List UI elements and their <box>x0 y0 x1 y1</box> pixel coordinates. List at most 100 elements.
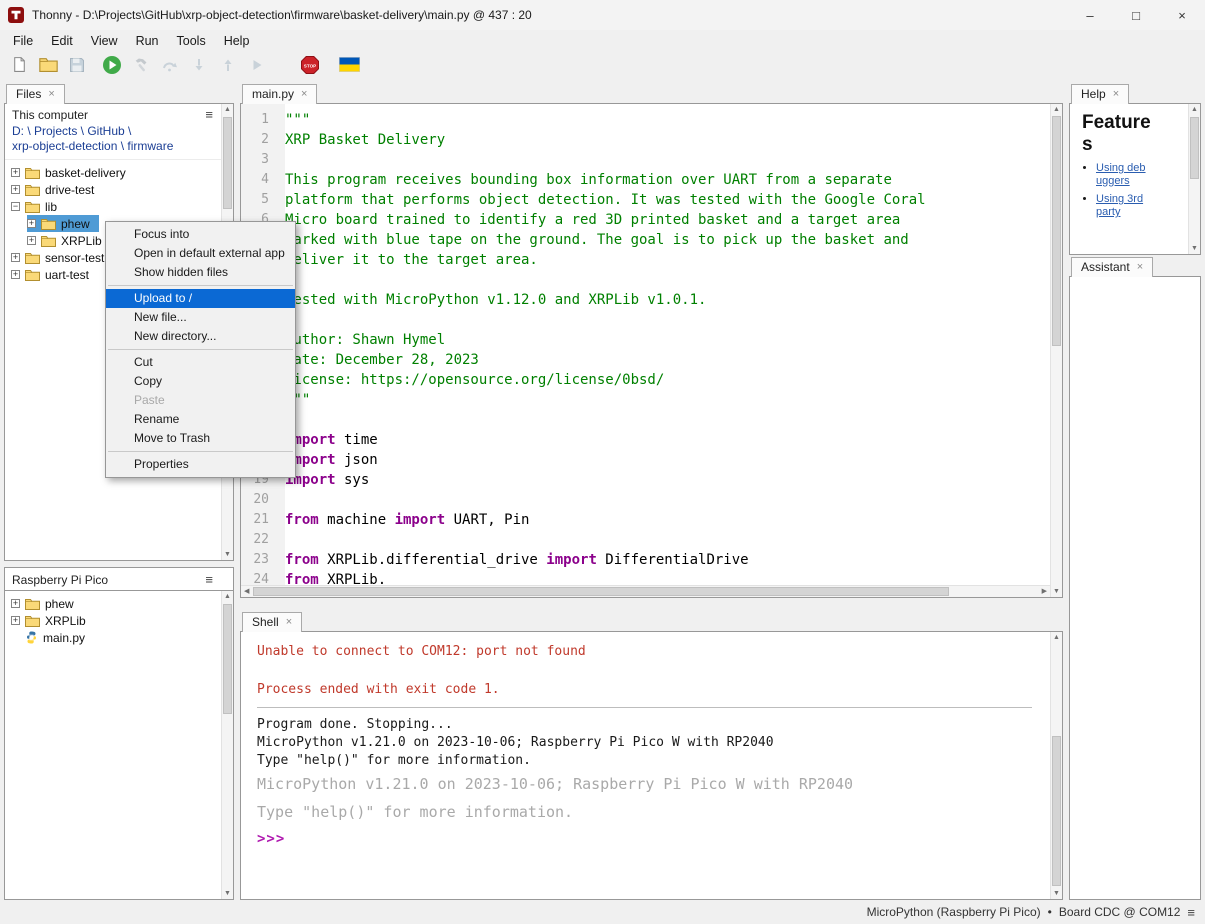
tree-item-inner[interactable]: +drive-test <box>11 181 103 198</box>
tab-assistant[interactable]: Assistant × <box>1071 257 1153 277</box>
pico-menu-icon[interactable]: ≡ <box>205 572 229 587</box>
scroll-down-icon[interactable]: ▼ <box>1051 890 1062 897</box>
scroll-down-icon[interactable]: ▼ <box>1051 588 1062 595</box>
code-line-9[interactable]: 9 <box>241 270 1050 290</box>
tree-item-inner[interactable]: +XRPLib <box>27 232 111 249</box>
menu-view[interactable]: View <box>82 32 127 50</box>
context-menu-item-upload-to[interactable]: Upload to / <box>106 289 295 308</box>
code-line-1[interactable]: 1""" <box>241 110 1050 130</box>
expand-icon[interactable]: + <box>11 185 20 194</box>
expand-icon[interactable]: + <box>27 236 36 245</box>
scroll-up-icon[interactable]: ▲ <box>1051 106 1062 113</box>
code-line-23[interactable]: 23from XRPLib.differential_drive import … <box>241 550 1050 570</box>
debug-current-script-button[interactable] <box>128 54 154 80</box>
context-menu-item-focus-into[interactable]: Focus into <box>106 225 295 244</box>
close-icon[interactable]: × <box>301 88 307 100</box>
code-line-11[interactable]: 11 <box>241 310 1050 330</box>
code-line-18[interactable]: 18import json <box>241 450 1050 470</box>
code-line-14[interactable]: 14License: https://opensource.org/licens… <box>241 370 1050 390</box>
tree-item-inner[interactable]: +uart-test <box>11 266 98 283</box>
stop-restart-button[interactable]: STOP <box>297 54 323 80</box>
scroll-thumb[interactable] <box>223 604 232 714</box>
help-link-using-debuggers[interactable]: Using debuggers <box>1096 162 1146 187</box>
context-menu-item-properties[interactable]: Properties <box>106 455 295 474</box>
scroll-up-icon[interactable]: ▲ <box>222 106 233 113</box>
step-over-button[interactable] <box>157 54 183 80</box>
shell-vertical-scrollbar[interactable]: ▲ ▼ <box>1050 632 1062 899</box>
shell-panel[interactable]: Unable to connect to COM12: port not fou… <box>240 631 1063 900</box>
code-line-4[interactable]: 4This program receives bounding box info… <box>241 170 1050 190</box>
shell-output[interactable]: Unable to connect to COM12: port not fou… <box>241 632 1050 899</box>
context-menu-item-copy[interactable]: Copy <box>106 372 295 391</box>
step-out-button[interactable] <box>215 54 241 80</box>
code-line-19[interactable]: 19import sys <box>241 470 1050 490</box>
scroll-down-icon[interactable]: ▼ <box>222 551 233 558</box>
tab-files[interactable]: Files × <box>6 84 65 104</box>
code-line-6[interactable]: 6Micro board trained to identify a red 3… <box>241 210 1050 230</box>
files-path-line2[interactable]: xrp-object-detection \ firmware <box>12 139 227 154</box>
code-line-12[interactable]: 12Author: Shawn Hymel <box>241 330 1050 350</box>
scroll-up-icon[interactable]: ▲ <box>1051 634 1062 641</box>
code-line-10[interactable]: 10Tested with MicroPython v1.12.0 and XR… <box>241 290 1050 310</box>
expand-icon[interactable]: + <box>11 168 20 177</box>
menu-edit[interactable]: Edit <box>42 32 82 50</box>
expand-icon[interactable]: + <box>11 253 20 262</box>
code-line-3[interactable]: 3 <box>241 150 1050 170</box>
open-file-button[interactable] <box>35 54 61 80</box>
scroll-up-icon[interactable]: ▲ <box>1189 106 1200 113</box>
scroll-thumb[interactable] <box>1190 117 1199 179</box>
code-lines[interactable]: 1"""2XRP Basket Delivery34This program r… <box>241 104 1050 585</box>
tree-item-basket-delivery[interactable]: +basket-delivery <box>5 164 233 181</box>
tree-item-inner[interactable]: main.py <box>11 629 94 646</box>
context-menu-item-open-in-default-external-app[interactable]: Open in default external app <box>106 244 295 263</box>
code-line-21[interactable]: 21from machine import UART, Pin <box>241 510 1050 530</box>
close-icon[interactable]: × <box>48 88 54 100</box>
help-vertical-scrollbar[interactable]: ▲ ▼ <box>1188 104 1200 254</box>
tab-help[interactable]: Help × <box>1071 84 1129 104</box>
close-button[interactable]: × <box>1159 0 1205 30</box>
tree-item-main-py[interactable]: main.py <box>5 629 233 646</box>
resume-button[interactable] <box>244 54 270 80</box>
code-line-13[interactable]: 13Date: December 28, 2023 <box>241 350 1050 370</box>
maximize-button[interactable]: □ <box>1113 0 1159 30</box>
scroll-down-icon[interactable]: ▼ <box>222 890 233 897</box>
menu-help[interactable]: Help <box>215 32 259 50</box>
tree-item-inner[interactable]: +XRPLib <box>11 612 95 629</box>
expand-icon[interactable]: + <box>11 616 20 625</box>
code-line-22[interactable]: 22 <box>241 530 1050 550</box>
code-line-20[interactable]: 20 <box>241 490 1050 510</box>
tree-item-drive-test[interactable]: +drive-test <box>5 181 233 198</box>
menu-run[interactable]: Run <box>127 32 168 50</box>
scroll-up-icon[interactable]: ▲ <box>222 593 233 600</box>
scroll-right-icon[interactable]: ▶ <box>1042 587 1047 595</box>
pico-vertical-scrollbar[interactable]: ▲ ▼ <box>221 591 233 899</box>
files-path-line1[interactable]: D: \ Projects \ GitHub \ <box>12 124 227 139</box>
tree-item-inner[interactable]: +sensor-test <box>11 249 113 266</box>
scroll-thumb[interactable] <box>1052 736 1061 886</box>
scroll-down-icon[interactable]: ▼ <box>1189 245 1200 252</box>
new-file-button[interactable] <box>6 54 32 80</box>
tree-item-phew[interactable]: +phew <box>5 595 233 612</box>
code-line-7[interactable]: 7marked with blue tape on the ground. Th… <box>241 230 1050 250</box>
files-breadcrumb[interactable]: D: \ Projects \ GitHub \ xrp-object-dete… <box>5 124 233 160</box>
code-line-15[interactable]: 15""" <box>241 390 1050 410</box>
scroll-thumb[interactable] <box>1052 116 1061 346</box>
menu-tools[interactable]: Tools <box>168 32 215 50</box>
code-editor[interactable]: 1"""2XRP Basket Delivery34This program r… <box>240 103 1063 598</box>
tree-item-inner[interactable]: +phew <box>11 595 83 612</box>
collapse-icon[interactable]: − <box>11 202 20 211</box>
editor-vertical-scrollbar[interactable]: ▲ ▼ <box>1050 104 1062 597</box>
save-file-button[interactable] <box>64 54 90 80</box>
tab-shell[interactable]: Shell × <box>242 612 302 632</box>
editor-horizontal-scrollbar[interactable]: ◀ ▶ <box>241 585 1050 597</box>
help-link-using-3rd-party[interactable]: Using 3rd party <box>1096 193 1143 218</box>
support-ukraine-button[interactable] <box>336 54 362 80</box>
close-icon[interactable]: × <box>286 616 292 628</box>
context-menu-item-new-file[interactable]: New file... <box>106 308 295 327</box>
tree-item-lib[interactable]: −lib <box>5 198 233 215</box>
scroll-thumb[interactable] <box>223 117 232 209</box>
expand-icon[interactable]: + <box>11 270 20 279</box>
scroll-thumb[interactable] <box>253 587 949 596</box>
tree-item-inner[interactable]: +basket-delivery <box>11 164 135 181</box>
close-icon[interactable]: × <box>1137 261 1143 273</box>
